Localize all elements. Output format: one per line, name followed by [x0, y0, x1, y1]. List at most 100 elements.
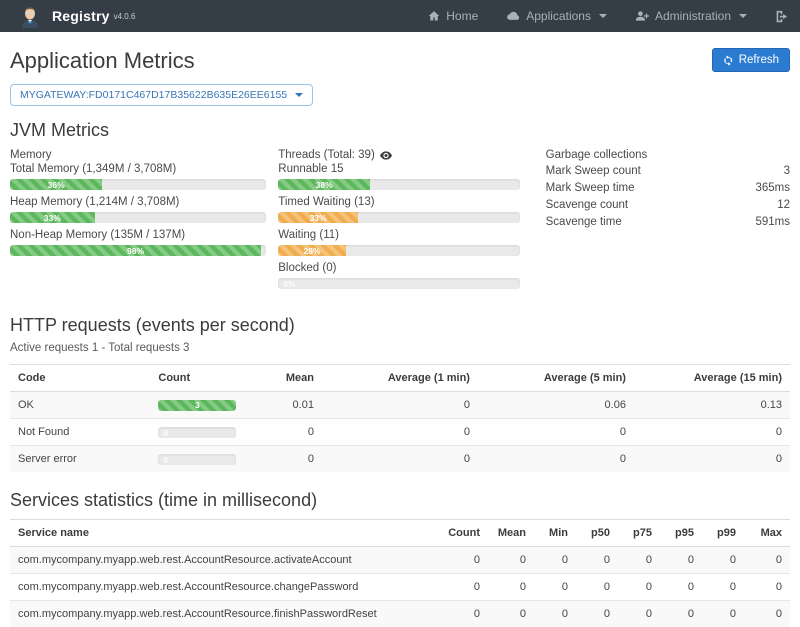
http-value-cell: 0.01 — [252, 392, 322, 419]
http-header-2: Mean — [252, 365, 322, 392]
main-content: Application Metrics Refresh MYGATEWAY:FD… — [0, 48, 800, 627]
service-value-cell: 0 — [618, 574, 660, 601]
cloud-icon — [506, 10, 520, 22]
progress-fill: 98% — [10, 245, 261, 256]
progress-percent-label: 28% — [304, 246, 321, 256]
gc-label: Scavenge count — [546, 197, 628, 214]
http-table-body: OK30.0100.060.13Not Found00000Server err… — [10, 392, 790, 473]
instance-selector-dropdown[interactable]: MYGATEWAY:FD0171C467D17B35622B635E26EE61… — [10, 84, 313, 106]
memory-title: Memory — [10, 149, 266, 161]
services-header-6: p95 — [660, 520, 702, 547]
http-requests-subtitle: Active requests 1 - Total requests 3 — [10, 342, 790, 354]
http-header-4: Average (5 min) — [478, 365, 634, 392]
services-header-2: Mean — [488, 520, 534, 547]
http-header-5: Average (15 min) — [634, 365, 790, 392]
http-table-row: Server error00000 — [10, 446, 790, 473]
threads-title: Threads (Total: 39) — [278, 149, 519, 161]
progress-fill: 36% — [10, 179, 102, 190]
service-value-cell: 0 — [488, 547, 534, 574]
http-value-cell: 0 — [322, 419, 478, 446]
nav-item-applications[interactable]: Applications — [506, 9, 607, 23]
service-value-cell: 0 — [702, 547, 744, 574]
nav-item-administration[interactable]: Administration — [635, 9, 747, 23]
metric-label: Runnable 15 — [278, 163, 519, 175]
service-value-cell: 0 — [618, 547, 660, 574]
progress-bar: 36% — [10, 179, 266, 190]
threads-title-text: Threads (Total: 39) — [278, 149, 375, 161]
service-value-cell: 0 — [576, 601, 618, 627]
service-value-cell: 0 — [534, 547, 576, 574]
brand[interactable]: Registry v4.0.6 — [12, 4, 135, 28]
service-value-cell: 0 — [702, 601, 744, 627]
progress-percent-label: 38% — [316, 180, 333, 190]
service-value-cell: 0 — [488, 574, 534, 601]
http-value-cell: 0 — [478, 419, 634, 446]
progress-percent-label: 33% — [44, 213, 61, 223]
progress-bar: 98% — [10, 245, 266, 256]
nav-item-label: Administration — [655, 9, 731, 23]
services-header-0: Service name — [10, 520, 436, 547]
http-count-cell: 0 — [150, 419, 251, 446]
service-value-cell: 0 — [702, 574, 744, 601]
sign-out-button[interactable] — [775, 10, 788, 23]
http-count-cell: 0 — [150, 446, 251, 473]
http-header-0: Code — [10, 365, 150, 392]
gc-row: Mark Sweep time365ms — [546, 180, 790, 197]
services-header-4: p50 — [576, 520, 618, 547]
eye-icon[interactable] — [380, 151, 392, 160]
services-table-row: com.mycompany.myapp.web.rest.AccountReso… — [10, 601, 790, 627]
brand-name: Registry — [52, 8, 110, 24]
count-bar: 3 — [158, 400, 236, 411]
nav-item-home[interactable]: Home — [428, 9, 478, 23]
http-header-3: Average (1 min) — [322, 365, 478, 392]
threads-bars: Runnable 1538%Timed Waiting (13)33%Waiti… — [278, 163, 519, 289]
memory-column: Memory Total Memory (1,349M / 3,708M)36%… — [10, 149, 266, 295]
service-value-cell: 0 — [436, 547, 488, 574]
services-header-7: p99 — [702, 520, 744, 547]
garbage-collections-title: Garbage collections — [546, 149, 790, 161]
progress-bar: 33% — [278, 212, 519, 223]
services-table-row: com.mycompany.myapp.web.rest.AccountReso… — [10, 547, 790, 574]
metric-label: Blocked (0) — [278, 262, 519, 274]
http-value-cell: 0 — [634, 419, 790, 446]
gc-label: Scavenge time — [546, 214, 622, 231]
http-value-cell: 0.06 — [478, 392, 634, 419]
page-header: Application Metrics Refresh — [10, 48, 790, 74]
chevron-down-icon — [295, 93, 303, 97]
http-value-cell: 0.13 — [634, 392, 790, 419]
http-table-row: Not Found00000 — [10, 419, 790, 446]
http-requests-title: HTTP requests (events per second) — [10, 315, 790, 336]
metric-label: Timed Waiting (13) — [278, 196, 519, 208]
services-statistics-table: Service nameCountMeanMinp50p75p95p99Max … — [10, 519, 790, 627]
chevron-down-icon — [739, 14, 747, 18]
http-code-cell: Not Found — [10, 419, 150, 446]
service-value-cell: 0 — [488, 601, 534, 627]
count-bar-label: 0 — [163, 455, 168, 465]
service-value-cell: 0 — [534, 601, 576, 627]
jvm-metrics-row: Memory Total Memory (1,349M / 3,708M)36%… — [10, 149, 790, 295]
progress-fill: 28% — [278, 245, 346, 256]
http-value-cell: 0 — [478, 446, 634, 473]
count-bar: 0 — [158, 427, 236, 438]
service-name-cell: com.mycompany.myapp.web.rest.AccountReso… — [10, 547, 436, 574]
count-bar-fill: 3 — [158, 400, 236, 411]
gc-label: Mark Sweep count — [546, 163, 641, 180]
nav-item-label: Home — [446, 9, 478, 23]
progress-fill: 33% — [10, 212, 95, 223]
progress-fill: 33% — [278, 212, 358, 223]
gc-value: 3 — [784, 163, 790, 180]
nav-menu: Home Applications Administration — [428, 9, 788, 23]
progress-bar: 0% — [278, 278, 519, 289]
refresh-button[interactable]: Refresh — [712, 48, 790, 72]
progress-fill: 38% — [278, 179, 370, 190]
service-value-cell: 0 — [744, 601, 790, 627]
service-value-cell: 0 — [744, 574, 790, 601]
jhipster-avatar-logo — [18, 4, 42, 28]
metric-label: Non-Heap Memory (135M / 137M) — [10, 229, 266, 241]
page-title: Application Metrics — [10, 48, 195, 74]
threads-column: Threads (Total: 39) Runnable 15 38% Timed … — [278, 149, 519, 295]
progress-bar: 38% — [278, 179, 519, 190]
home-icon — [428, 10, 440, 22]
gc-label: Mark Sweep time — [546, 180, 635, 197]
service-value-cell: 0 — [576, 574, 618, 601]
